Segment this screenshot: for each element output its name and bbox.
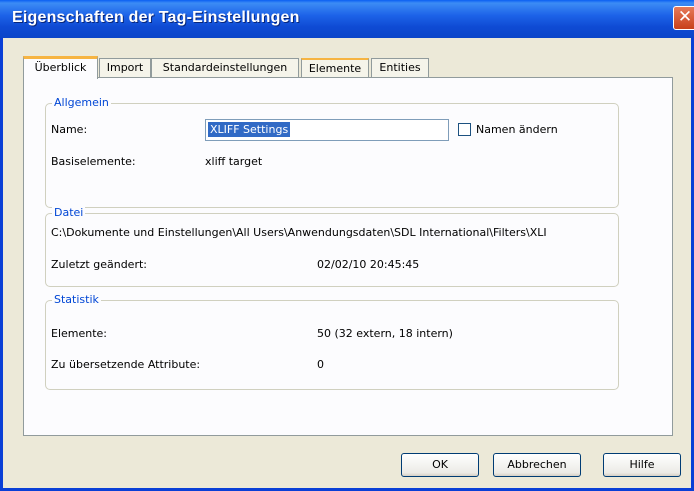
name-label: Name: bbox=[51, 123, 88, 136]
elements-label: Elemente: bbox=[51, 327, 108, 340]
file-legend: Datei bbox=[52, 206, 86, 219]
tab-overview[interactable]: Überblick bbox=[23, 56, 98, 79]
help-button[interactable]: Hilfe bbox=[603, 453, 681, 477]
base-elements-label: Basiselemente: bbox=[51, 155, 136, 168]
title-bar[interactable]: Eigenschaften der Tag-Einstellungen ✕ bbox=[0, 0, 694, 38]
general-group: Allgemein Name: XLIFF Settings Namen änd… bbox=[45, 96, 619, 208]
attributes-value: 0 bbox=[317, 358, 324, 371]
tab-default-settings[interactable]: Standardeinstellungen bbox=[151, 58, 299, 78]
file-path: C:\Dokumente und Einstellungen\All Users… bbox=[51, 226, 547, 239]
rename-checkbox[interactable] bbox=[458, 123, 471, 136]
modified-label: Zuletzt geändert: bbox=[51, 258, 147, 271]
tab-entities[interactable]: Entities bbox=[371, 58, 429, 78]
attributes-label: Zu übersetzende Attribute: bbox=[51, 358, 201, 371]
window-title: Eigenschaften der Tag-Einstellungen bbox=[12, 9, 300, 26]
rename-label[interactable]: Namen ändern bbox=[476, 123, 558, 136]
tab-import[interactable]: Import bbox=[99, 58, 151, 78]
elements-value: 50 (32 extern, 18 intern) bbox=[317, 327, 453, 340]
tab-elements[interactable]: Elemente bbox=[301, 58, 369, 78]
name-input-value: XLIFF Settings bbox=[208, 122, 291, 137]
ok-button[interactable]: OK bbox=[401, 453, 479, 477]
general-legend: Allgemein bbox=[52, 96, 111, 109]
properties-dialog: Eigenschaften der Tag-Einstellungen ✕ Üb… bbox=[0, 0, 694, 491]
overview-panel: Allgemein Name: XLIFF Settings Namen änd… bbox=[23, 77, 673, 436]
base-elements-value: xliff target bbox=[205, 155, 263, 168]
statistics-group: Statistik Elemente: 50 (32 extern, 18 in… bbox=[45, 293, 619, 390]
statistics-legend: Statistik bbox=[52, 293, 101, 306]
modified-value: 02/02/10 20:45:45 bbox=[317, 258, 420, 271]
close-icon[interactable]: ✕ bbox=[673, 6, 694, 30]
file-group: Datei C:\Dokumente und Einstellungen\All… bbox=[45, 206, 619, 287]
name-input[interactable]: XLIFF Settings bbox=[205, 119, 449, 141]
cancel-button[interactable]: Abbrechen bbox=[493, 453, 581, 477]
